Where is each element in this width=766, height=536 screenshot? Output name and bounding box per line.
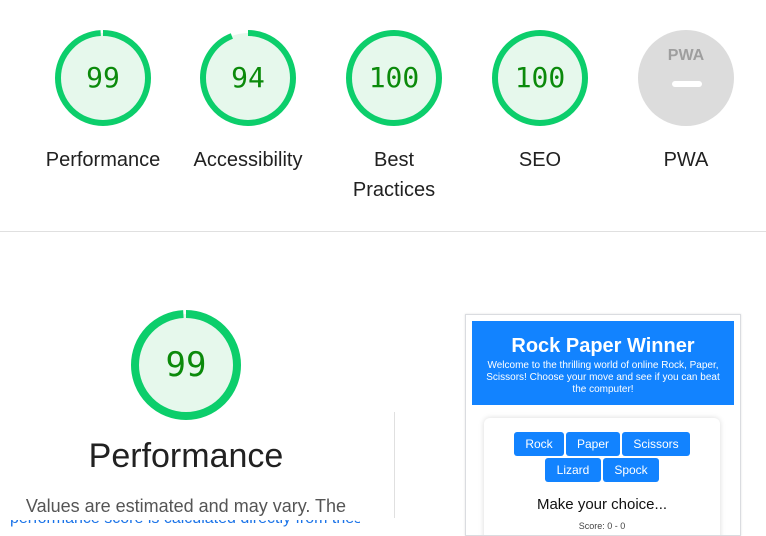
performance-description-cut: performance score is calculated directly… — [10, 520, 360, 529]
performance-description-link[interactable]: performance score is calculated directly… — [10, 520, 360, 528]
final-screenshot: Rock Paper Winner Welcome to the thrilli… — [465, 314, 741, 536]
lizard-button[interactable]: Lizard — [545, 458, 601, 482]
gauge-best-practices-score: 100 — [368, 61, 420, 94]
spock-button[interactable]: Spock — [603, 458, 659, 482]
gauge-pwa-label: PWA — [663, 149, 709, 171]
performance-score-large: 99 — [165, 345, 207, 385]
section-divider — [0, 231, 766, 232]
category-gauges: 99 Performance 94 Accessibility 100 Best… — [0, 0, 766, 231]
gauge-performance[interactable]: 99 Performance — [30, 29, 176, 175]
gauge-seo-label: SEO — [518, 149, 562, 171]
choice-prompt: Make your choice... — [536, 496, 668, 513]
gauge-performance-label: Performance — [45, 149, 161, 171]
paper-button[interactable]: Paper — [566, 432, 620, 456]
pwa-badge-icon — [638, 30, 734, 126]
gauge-pwa-badge-text: PWA — [667, 47, 705, 64]
app-subtitle: Welcome to the thrilling world of online… — [486, 360, 720, 395]
performance-title: Performance — [88, 437, 284, 475]
vertical-divider — [394, 412, 395, 518]
gauge-accessibility[interactable]: 94 Accessibility — [175, 29, 321, 175]
gauge-performance-score: 99 — [86, 61, 120, 94]
gauge-best-practices[interactable]: 100 Best Practices — [321, 29, 467, 205]
app-title: Rock Paper Winner — [511, 335, 695, 357]
scissors-button[interactable]: Scissors — [622, 432, 690, 456]
performance-description: Values are estimated and may vary. The — [25, 496, 347, 516]
gauge-seo-score: 100 — [514, 61, 566, 94]
rock-button[interactable]: Rock — [514, 432, 564, 456]
game-card: Rock Paper Scissors Lizard Spock Make yo… — [484, 418, 720, 535]
pwa-dash-icon — [672, 81, 702, 87]
gauge-accessibility-score: 94 — [231, 61, 265, 94]
app-header: Rock Paper Winner Welcome to the thrilli… — [472, 321, 734, 405]
gauge-pwa[interactable]: PWA PWA — [613, 29, 759, 175]
gauge-best-practices-label: Best Practices — [352, 149, 436, 201]
score-text: Score: 0 - 0 — [578, 521, 626, 531]
gauge-seo[interactable]: 100 SEO — [467, 29, 613, 175]
performance-gauge-large: 99 — [130, 309, 242, 421]
gauge-accessibility-label: Accessibility — [193, 149, 303, 171]
